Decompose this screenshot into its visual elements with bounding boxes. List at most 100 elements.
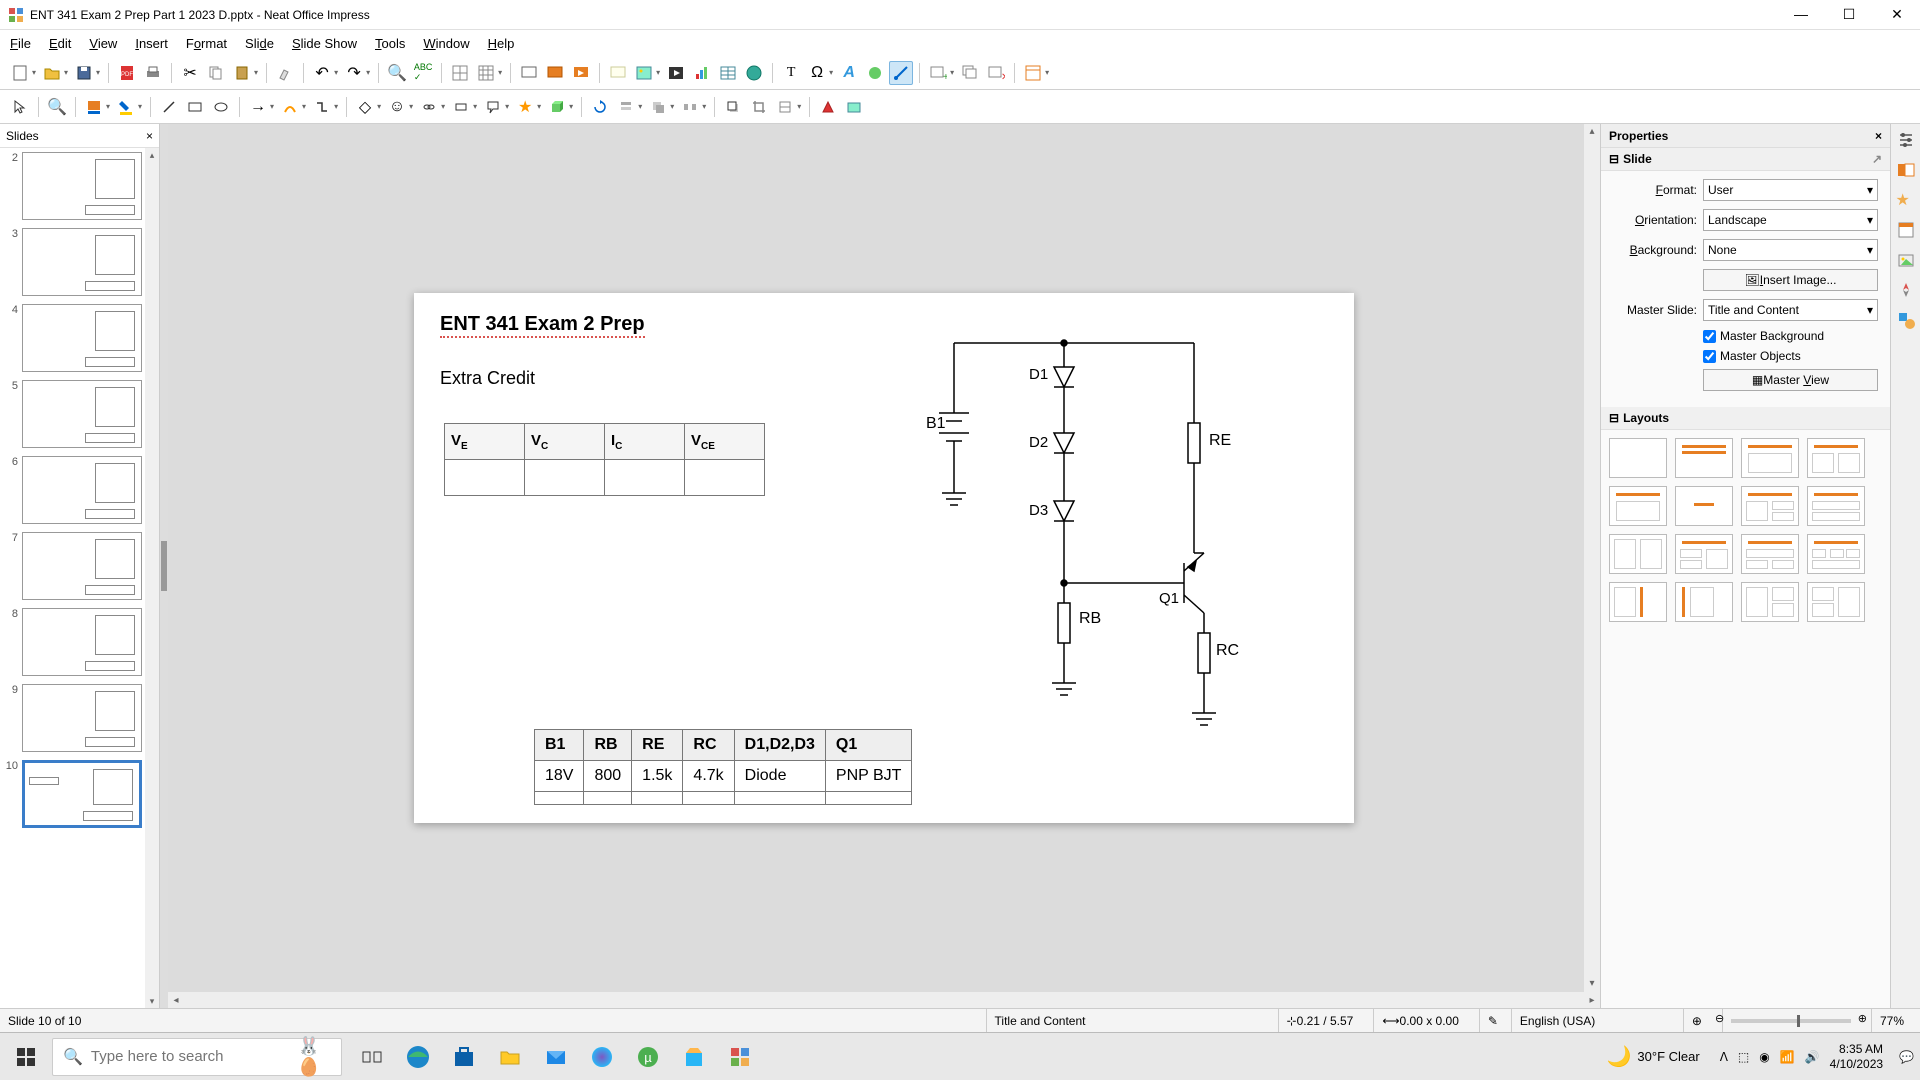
duplicate-slide-button[interactable] [958,61,982,85]
background-combo[interactable]: None▾ [1703,239,1878,261]
shadow-button[interactable] [721,95,745,119]
stars-button[interactable]: ★ [513,95,537,119]
task-view-button[interactable] [352,1037,392,1077]
arrange-button[interactable] [646,95,670,119]
master-view-button[interactable]: ▦ Master View [1703,369,1878,391]
clone-format-button[interactable] [273,61,297,85]
minimize-button[interactable]: — [1786,6,1816,23]
insert-textbox-button[interactable]: T [779,61,803,85]
filter-button[interactable] [773,95,797,119]
format-combo[interactable]: User▾ [1703,179,1878,201]
sidebar-master-slides-icon[interactable] [1896,220,1916,240]
insert-image-button-panel[interactable]: 🖼 Insert Image... [1703,269,1878,291]
export-pdf-button[interactable]: PDF [115,61,139,85]
slides-panel-close-icon[interactable]: × [146,129,153,143]
menu-help[interactable]: Help [488,36,515,51]
sidebar-properties-icon[interactable] [1896,130,1916,150]
menu-slideshow[interactable]: Slide Show [292,36,357,51]
status-signature-icon[interactable]: ✎ [1479,1009,1499,1032]
sidebar-shapes-icon[interactable] [1896,310,1916,330]
layout-14[interactable] [1675,582,1733,622]
spellcheck-button[interactable]: ABC✓ [411,61,435,85]
horizontal-scrollbar[interactable]: ◂▸ [168,992,1600,1008]
slide-thumb-5[interactable] [22,380,142,448]
gluepoints-button[interactable] [889,61,913,85]
grid-button[interactable] [448,61,472,85]
slide-thumb-2[interactable] [22,152,142,220]
sidebar-animation-icon[interactable]: ★ [1896,190,1916,210]
slide-thumb-9[interactable] [22,684,142,752]
redo-button[interactable]: ↷ [342,61,366,85]
menu-format[interactable]: Format [186,36,227,51]
slide-thumb-6[interactable] [22,456,142,524]
arrows-button[interactable]: → [246,95,270,119]
flowchart-button[interactable] [449,95,473,119]
slide-title-text[interactable]: ENT 341 Exam 2 Prep [440,313,645,336]
crop-button[interactable] [747,95,771,119]
align-button[interactable] [614,95,638,119]
menu-file[interactable]: File [10,36,31,51]
slide-thumb-8[interactable] [22,608,142,676]
layout-5[interactable] [1609,486,1667,526]
sidebar-gallery-icon[interactable] [1896,250,1916,270]
insert-special-char-button[interactable]: Ω [805,61,829,85]
line-tool-button[interactable] [157,95,181,119]
rect-tool-button[interactable] [183,95,207,119]
sidebar-slide-transition-icon[interactable] [1896,160,1916,180]
layout-8[interactable] [1807,486,1865,526]
taskbar-explorer-icon[interactable] [490,1037,530,1077]
start-button[interactable] [6,1037,46,1077]
params-table-empty[interactable]: VEVCICVCE [444,423,765,496]
new-slide-button[interactable]: + [926,61,950,85]
layout-7[interactable] [1741,486,1799,526]
orientation-combo[interactable]: Landscape▾ [1703,209,1878,231]
tray-chevron-icon[interactable]: ᐱ [1720,1050,1728,1064]
3d-button[interactable] [545,95,569,119]
start-first-button[interactable] [543,61,567,85]
save-button[interactable] [72,61,96,85]
properties-close-icon[interactable]: × [1875,129,1882,143]
layout-title-content[interactable] [1741,438,1799,478]
taskbar-weather[interactable]: 🌙30°F Clear [1607,1044,1700,1069]
master-objects-checkbox[interactable] [1703,350,1716,363]
taskbar-mail-icon[interactable] [536,1037,576,1077]
taskbar-edge-icon[interactable] [398,1037,438,1077]
slide-thumb-3[interactable] [22,228,142,296]
block-arrows-button[interactable] [417,95,441,119]
slides-scrollbar[interactable]: ▴▾ [145,148,159,1008]
layout-6[interactable] [1675,486,1733,526]
start-current-button[interactable] [569,61,593,85]
status-fit-button[interactable]: ⊕ [1683,1009,1710,1032]
slides-list[interactable]: 2 3 4 5 6 7 8 9 10 ▴▾ [0,148,159,1008]
layout-13[interactable] [1609,582,1667,622]
insert-table-button[interactable] [716,61,740,85]
insert-image-button[interactable] [632,61,656,85]
new-doc-button[interactable] [8,61,32,85]
insert-chart-button[interactable] [690,61,714,85]
taskbar-store-icon[interactable] [444,1037,484,1077]
taskbar-neatoffice-icon[interactable] [720,1037,760,1077]
insert-media-button[interactable] [842,95,866,119]
menu-insert[interactable]: Insert [135,36,168,51]
tray-meet-icon[interactable]: ◉ [1759,1050,1769,1064]
presentation-button[interactable] [517,61,541,85]
close-button[interactable]: ✕ [1882,6,1912,23]
undo-button[interactable]: ↶ [310,61,334,85]
menu-window[interactable]: Window [423,36,469,51]
zoom-slider[interactable] [1722,1009,1859,1032]
panel-splitter[interactable] [160,124,168,1008]
taskbar-copilot-icon[interactable] [582,1037,622,1077]
insert-hyperlink-button[interactable] [863,61,887,85]
extrusion-toggle-button[interactable] [816,95,840,119]
find-button[interactable]: 🔍 [385,61,409,85]
sidebar-navigator-icon[interactable] [1896,280,1916,300]
tray-wifi-icon[interactable]: 📶 [1780,1050,1795,1064]
line-color-button[interactable] [82,95,106,119]
layout-10[interactable] [1675,534,1733,574]
slide-thumb-7[interactable] [22,532,142,600]
paste-button[interactable] [230,61,254,85]
menu-tools[interactable]: Tools [375,36,405,51]
cut-button[interactable]: ✂ [178,61,202,85]
basic-shapes-button[interactable]: ◇ [353,95,377,119]
taskbar-clock[interactable]: 8:35 AM 4/10/2023 [1830,1042,1883,1071]
